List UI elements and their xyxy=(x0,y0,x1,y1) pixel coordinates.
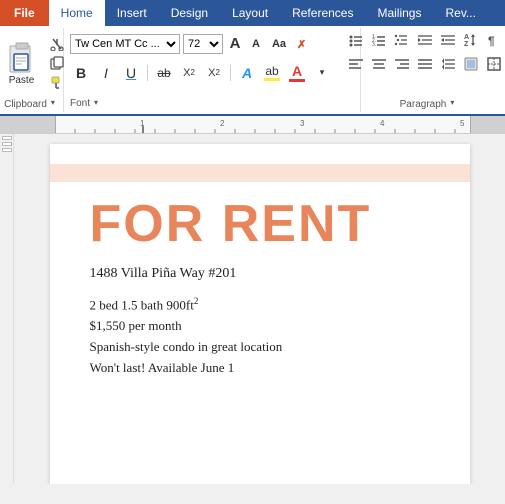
line-spacing-button[interactable] xyxy=(437,54,459,74)
detail-availability: Won't last! Available June 1 xyxy=(90,358,430,379)
details-block: 2 bed 1.5 bath 900ft2 $1,550 per month S… xyxy=(90,294,430,379)
tab-file[interactable]: File xyxy=(0,0,49,26)
svg-text:2: 2 xyxy=(220,119,225,128)
margin-mark-3 xyxy=(2,148,12,152)
left-margin-panel xyxy=(0,134,14,484)
svg-text:5: 5 xyxy=(460,119,465,128)
text-effects-button[interactable]: A xyxy=(236,63,258,83)
numbering-button[interactable]: 1. 2. 3. xyxy=(368,30,390,50)
superscript-button[interactable]: X2 xyxy=(203,63,225,83)
underline-button[interactable]: U xyxy=(120,63,142,83)
para-row-2: ▾ xyxy=(345,54,505,74)
font-row-2: B I U ab X2 X2 A ab A xyxy=(70,63,354,83)
bullets-button[interactable] xyxy=(345,30,367,50)
detail-style: Spanish-style condo in great location xyxy=(90,337,430,358)
document-page: FOR RENT 1488 Villa Piña Way #201 2 bed … xyxy=(50,144,470,484)
svg-text:✗: ✗ xyxy=(297,39,306,51)
paragraph-group: 1. 2. 3. xyxy=(361,28,501,112)
ribbon-tabs: File Home Insert Design Layout Reference… xyxy=(0,0,505,26)
document-area: FOR RENT 1488 Villa Piña Way #201 2 bed … xyxy=(14,134,505,484)
svg-text:3.: 3. xyxy=(372,42,376,48)
address-line: 1488 Villa Piña Way #201 xyxy=(90,266,430,282)
highlight-button[interactable]: ab xyxy=(261,63,283,83)
paste-button[interactable]: Paste xyxy=(0,33,44,93)
ruler: 1 2 3 4 5 xyxy=(0,116,505,134)
increase-indent-button[interactable] xyxy=(437,30,459,50)
clipboard-expand[interactable]: ▾ xyxy=(51,98,63,110)
borders-button[interactable] xyxy=(483,54,505,74)
svg-text:4: 4 xyxy=(380,119,385,128)
clear-formatting-button[interactable]: ✗ xyxy=(293,34,315,54)
tab-references[interactable]: References xyxy=(280,0,365,26)
italic-button[interactable]: I xyxy=(95,63,117,83)
paste-icon xyxy=(6,41,38,73)
margin-mark-1 xyxy=(2,136,12,140)
for-rent-heading: FOR RENT xyxy=(90,194,430,254)
show-formatting-button[interactable]: ¶ xyxy=(483,30,505,50)
font-group-label: Font ▾ xyxy=(70,96,106,110)
para-row-1: 1. 2. 3. xyxy=(345,30,505,50)
tab-insert[interactable]: Insert xyxy=(105,0,159,26)
svg-text:3: 3 xyxy=(300,119,305,128)
strikethrough-button[interactable]: ab xyxy=(153,63,175,83)
paste-label: Paste xyxy=(9,75,35,86)
sort-button[interactable]: A Z xyxy=(460,30,482,50)
align-center-button[interactable] xyxy=(368,54,390,74)
font-size-selector[interactable]: 72 xyxy=(183,34,223,54)
svg-text:1: 1 xyxy=(140,119,145,128)
paragraph-expand[interactable]: ▾ xyxy=(450,98,462,110)
align-right-button[interactable] xyxy=(391,54,413,74)
svg-text:Z: Z xyxy=(464,41,469,48)
clipboard-label: Clipboard ▾ xyxy=(4,96,63,110)
justify-button[interactable] xyxy=(414,54,436,74)
font-family-selector[interactable]: Tw Cen MT Cc ... xyxy=(70,34,180,54)
tab-mailings[interactable]: Mailings xyxy=(365,0,433,26)
detail-beds-baths: 2 bed 1.5 bath 900ft2 xyxy=(90,294,430,316)
paragraph-group-label: Paragraph ▾ xyxy=(400,96,463,110)
bold-button[interactable]: B xyxy=(70,63,92,83)
ribbon-toolbar: Paste xyxy=(0,26,505,116)
fmt-separator-1 xyxy=(147,65,148,81)
main-content: FOR RENT 1488 Villa Piña Way #201 2 bed … xyxy=(0,134,505,484)
margin-mark-2 xyxy=(2,142,12,146)
tab-review[interactable]: Rev... xyxy=(433,0,487,26)
font-group: Tw Cen MT Cc ... 72 A A Aa ✗ B I U xyxy=(64,28,361,112)
highlight-bar xyxy=(50,164,470,182)
svg-text:A: A xyxy=(464,34,469,41)
font-shrink-button[interactable]: A xyxy=(247,35,265,53)
align-left-button[interactable] xyxy=(345,54,367,74)
svg-text:¶: ¶ xyxy=(488,34,495,48)
detail-price: $1,550 per month xyxy=(90,316,430,337)
change-case-button[interactable]: Aa xyxy=(268,34,290,54)
font-color-dropdown[interactable]: ▾ xyxy=(311,63,333,83)
decrease-indent-button[interactable] xyxy=(414,30,436,50)
clipboard-group: Paste xyxy=(4,28,64,112)
tab-home[interactable]: Home xyxy=(49,0,105,26)
multilevel-list-button[interactable] xyxy=(391,30,413,50)
font-row-1: Tw Cen MT Cc ... 72 A A Aa ✗ xyxy=(70,34,354,54)
subscript-button[interactable]: X2 xyxy=(178,63,200,83)
shading-button[interactable] xyxy=(460,54,482,74)
tab-design[interactable]: Design xyxy=(159,0,220,26)
font-grow-button[interactable]: A xyxy=(226,35,244,53)
font-color-button[interactable]: A xyxy=(286,63,308,83)
tab-layout[interactable]: Layout xyxy=(220,0,280,26)
font-expand[interactable]: ▾ xyxy=(94,98,106,110)
fmt-separator-2 xyxy=(230,65,231,81)
